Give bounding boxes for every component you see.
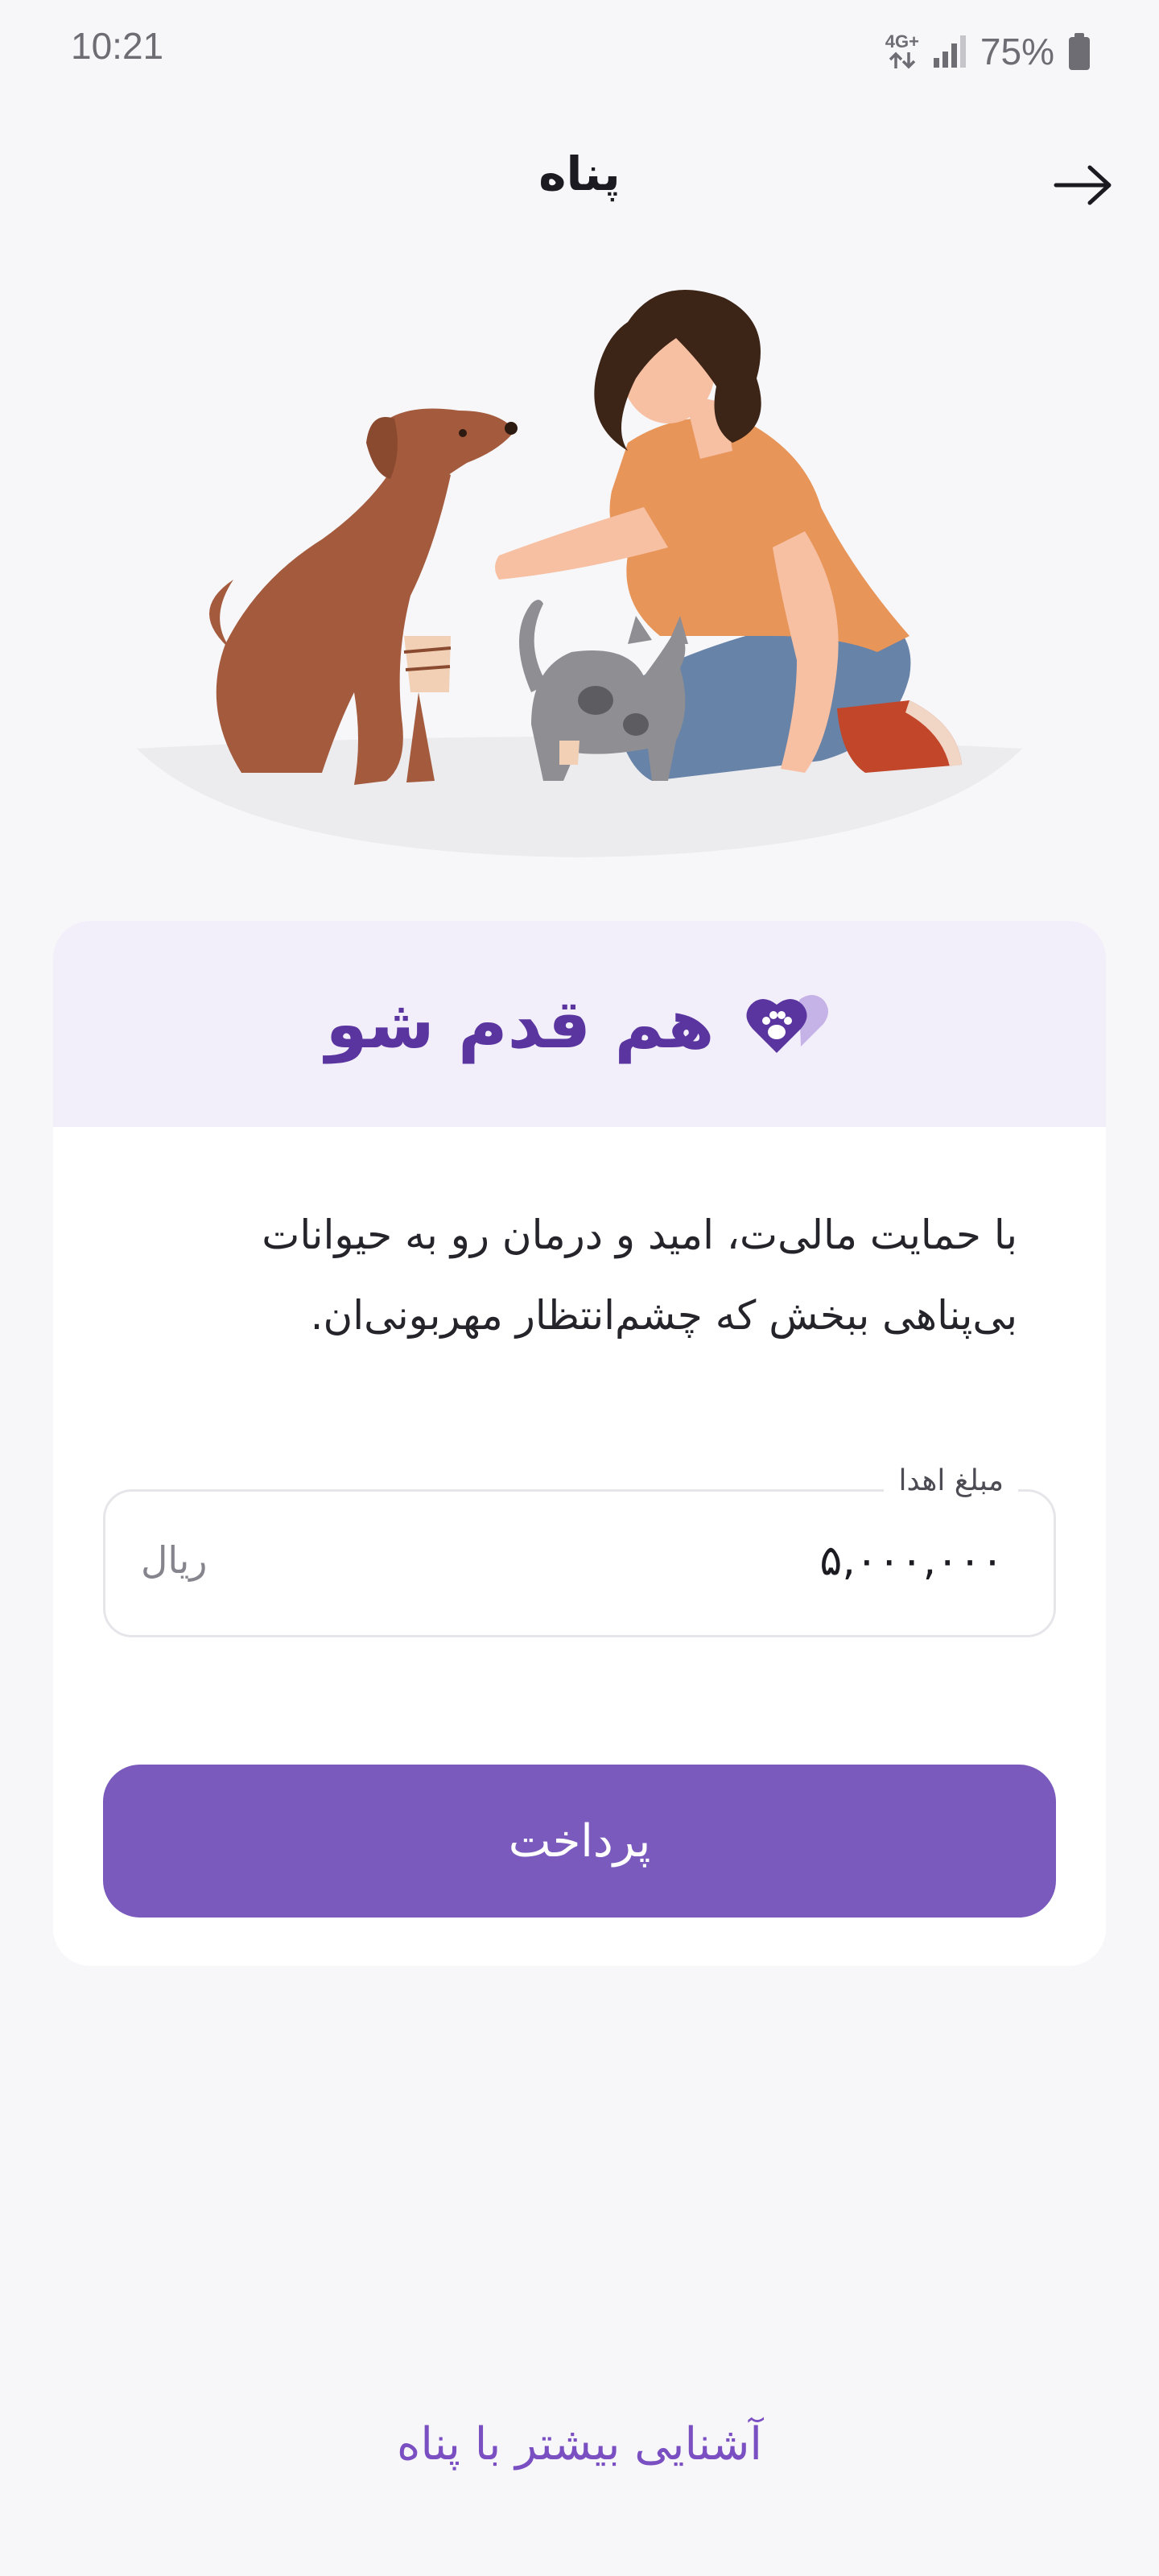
card-header: هم قدم شو <box>53 921 1106 1127</box>
status-icons: 4G+ 75% <box>885 27 1091 76</box>
paw-heart-icon <box>746 995 829 1053</box>
status-time: 10:21 <box>71 25 164 67</box>
woman-dog-cat-illustration <box>137 290 1022 857</box>
status-bar: 10:21 4G+ 75% <box>0 0 1159 97</box>
signal-icon <box>933 35 966 68</box>
network-type: 4G+ <box>885 31 919 52</box>
top-app-bar: پناه <box>0 137 1159 242</box>
arrow-right-icon <box>1054 165 1112 205</box>
battery-icon <box>1069 33 1090 70</box>
amount-unit: ریال <box>141 1538 208 1582</box>
hero-illustration <box>113 290 1046 869</box>
amount-input-value[interactable]: ۵,۰۰۰,۰۰۰ <box>819 1537 1004 1585</box>
data-arrows-icon: 4G+ <box>885 33 919 70</box>
back-button[interactable] <box>1043 145 1124 225</box>
page-title: پناه <box>538 147 621 201</box>
data-arrows-glyph <box>889 52 916 69</box>
card-description: با حمایت مالی‌ت، امید و درمان رو به حیوا… <box>262 1212 1017 1339</box>
card-title: هم قدم شو <box>325 985 715 1063</box>
pay-button[interactable]: پرداخت <box>103 1765 1056 1918</box>
donation-amount-field[interactable]: مبلغ اهدا ۵,۰۰۰,۰۰۰ ریال <box>103 1464 1056 1637</box>
donation-card: هم قدم شو با حمایت مالی‌ت، امید و درمان … <box>53 921 1106 1966</box>
amount-label: مبلغ اهدا <box>884 1464 1018 1497</box>
battery-percent: 75% <box>980 31 1054 72</box>
learn-more-link[interactable]: آشنایی بیشتر با پناه <box>0 2418 1159 2471</box>
